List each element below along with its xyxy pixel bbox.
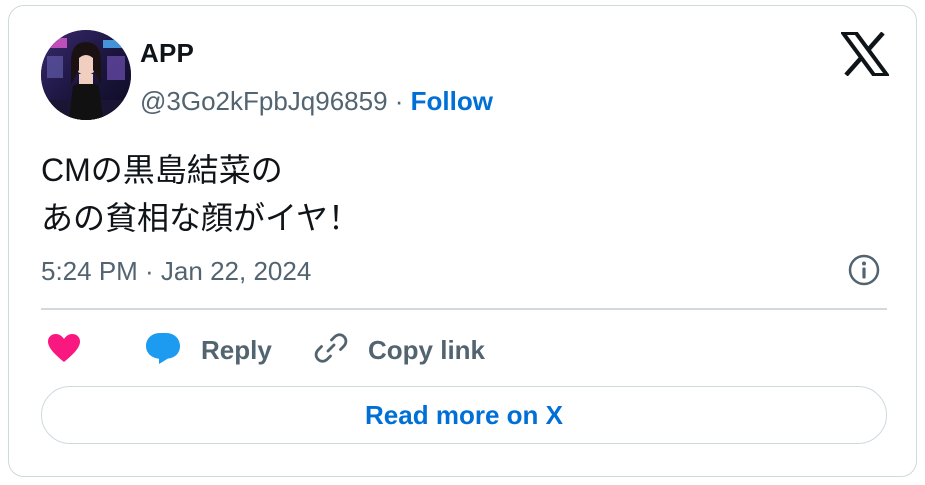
heart-icon (47, 333, 81, 368)
copy-link-label: Copy link (368, 334, 486, 365)
author-name[interactable]: APP (140, 38, 194, 69)
like-button[interactable] (47, 328, 81, 372)
author-handle[interactable]: @3Go2kFpbJq96859 (140, 86, 388, 116)
avatar[interactable] (41, 30, 131, 120)
info-icon[interactable] (847, 253, 881, 287)
tweet-line-1: CMの黒島結菜の (41, 152, 283, 188)
speech-bubble-icon (145, 331, 181, 370)
tweet-timestamp[interactable]: 5:24 PM · Jan 22, 2024 (41, 256, 311, 287)
read-more-button[interactable]: Read more on X (41, 386, 887, 444)
reply-label: Reply (201, 334, 272, 365)
copy-link-button[interactable]: Copy link (314, 328, 485, 372)
reply-button[interactable]: Reply (145, 328, 272, 372)
divider (41, 308, 887, 310)
handle-row: @3Go2kFpbJq96859 · Follow (140, 86, 493, 117)
tweet-text: CMの黒島結菜の あの貧相な顔がイヤ！ (41, 146, 360, 242)
tweet-line-2: あの貧相な顔がイヤ！ (41, 200, 361, 236)
x-logo-icon[interactable] (839, 31, 891, 77)
handle-separator: · (387, 86, 411, 116)
follow-link[interactable]: Follow (411, 86, 493, 116)
embedded-tweet-card: APP @3Go2kFpbJq96859 · Follow CMの黒島結菜の あ… (8, 5, 917, 477)
link-icon (314, 331, 348, 370)
